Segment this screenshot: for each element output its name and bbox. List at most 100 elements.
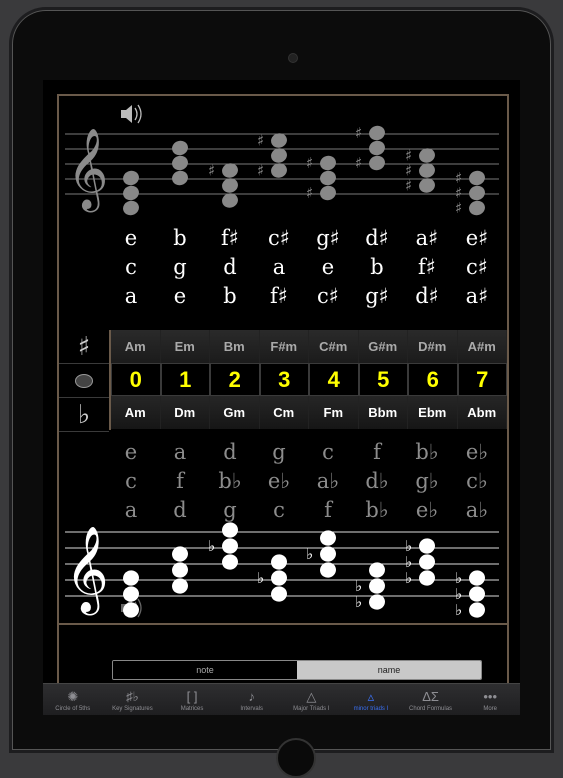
key-cell[interactable]: 6	[408, 363, 458, 396]
note-name: g	[272, 440, 286, 464]
note-name: a	[124, 284, 138, 308]
note-name: a	[173, 440, 187, 464]
key-cell[interactable]: 2	[210, 363, 260, 396]
upper-chords: ♯ ♯♯♯♯ ♯♯♯♯♯♯♯♯	[123, 124, 485, 217]
flat-icon: ♭	[257, 569, 264, 587]
notehead	[172, 170, 188, 186]
note-column: f♯ d b	[215, 224, 245, 311]
sharp-icon: ♯	[306, 184, 313, 202]
notehead	[320, 155, 336, 171]
notehead	[172, 546, 188, 562]
sharp-keys-row: Am Em Bm F#m C#m G#m D#m A#m	[111, 330, 507, 363]
note-name: b	[223, 284, 237, 308]
key-cell[interactable]: 3	[259, 363, 309, 396]
note-column: c a♭ f	[313, 438, 343, 525]
tab-triangle[interactable]: △ Major Triads I	[282, 684, 342, 715]
notehead	[469, 185, 485, 201]
tab-key-signature[interactable]: ♯♭ Key Signatures	[103, 684, 163, 715]
notehead	[123, 586, 139, 602]
notehead	[271, 570, 287, 586]
upper-staff: 𝄞 ♯ ♯♯♯♯ ♯♯♯♯♯♯♯♯	[65, 104, 499, 217]
note-name: g	[173, 255, 187, 279]
note-name: f♯	[418, 255, 436, 279]
note-name: d	[173, 498, 187, 522]
lower-chords: ♭♭♭♭♭ ♭♭♭♭♭♭	[123, 522, 485, 619]
key-cell[interactable]: Bbm	[358, 396, 408, 429]
notehead	[369, 578, 385, 594]
tab-label: minor triads I	[353, 705, 389, 712]
speaker-icon[interactable]	[121, 104, 142, 124]
treble-clef-icon: 𝄞	[67, 127, 108, 212]
tab-label: Intervals	[240, 705, 264, 712]
tab-bar: ✺ Circle of 5ths ♯♭ Key Signatures[ ] Matric…	[43, 683, 520, 715]
tab-brackets[interactable]: [ ] Matrices	[162, 684, 222, 715]
accidental-count-row: 01234567	[111, 363, 507, 396]
note-name: c	[322, 440, 334, 464]
key-cell[interactable]: Am	[111, 330, 161, 363]
tab-more[interactable]: ••• More	[460, 684, 520, 715]
note-name: f	[324, 498, 332, 522]
key-cell[interactable]: 5	[358, 363, 408, 396]
notehead	[469, 602, 485, 618]
name-segment[interactable]: name	[297, 661, 481, 679]
note-name: c	[273, 498, 285, 522]
note-name: e♭	[415, 498, 439, 522]
flat-icon: ♭	[455, 569, 462, 587]
key-cell[interactable]: F#m	[259, 330, 309, 363]
key-cell[interactable]: Bm	[210, 330, 260, 363]
notehead	[469, 200, 485, 216]
key-cell[interactable]: Abm	[457, 396, 507, 429]
flat-icon: ♭	[208, 537, 215, 555]
key-cell[interactable]: D#m	[408, 330, 458, 363]
note-name: a	[124, 498, 138, 522]
notehead	[172, 578, 188, 594]
tab-circle[interactable]: ✺ Circle of 5ths	[43, 684, 103, 715]
note-name: c♯	[466, 255, 488, 279]
tab-formula[interactable]: ΔΣ Chord Formulas	[401, 684, 461, 715]
note-name: b	[173, 226, 187, 250]
note-segment[interactable]: note	[113, 661, 297, 679]
key-cell[interactable]: Em	[160, 330, 210, 363]
sharp-icon: ♯	[405, 147, 412, 165]
note-column: g e♭ c	[264, 438, 294, 525]
notehead	[369, 594, 385, 610]
tab-label: Matrices	[180, 705, 204, 712]
sharp-icon: ♯	[208, 162, 215, 180]
key-cell[interactable]: 7	[457, 363, 507, 396]
tab-small-triangle[interactable]: ▵ minor triads I	[341, 684, 401, 715]
key-cell[interactable]: Cm	[259, 396, 309, 429]
key-cell[interactable]: Am	[111, 396, 161, 429]
sharp-icon: ♯	[59, 330, 109, 364]
note-name: d♯	[365, 226, 389, 250]
key-cell[interactable]: G#m	[358, 330, 408, 363]
small-triangle-icon: ▵	[367, 688, 375, 704]
key-cell[interactable]: Ebm	[408, 396, 458, 429]
note-column: d♯ b g♯	[362, 224, 392, 311]
treble-clef-icon: 𝄞	[65, 526, 109, 616]
key-cell[interactable]: A#m	[457, 330, 507, 363]
key-cell[interactable]: Gm	[210, 396, 260, 429]
note-name: c	[125, 469, 137, 493]
note-column: bge	[165, 224, 195, 311]
note-column: g♯ e c♯	[313, 224, 343, 311]
note-column: b♭ g♭ e♭	[412, 438, 442, 525]
key-cell[interactable]: 1	[160, 363, 210, 396]
notehead	[369, 140, 385, 156]
key-cell[interactable]: Dm	[160, 396, 210, 429]
key-cell[interactable]: 0	[111, 363, 161, 396]
note-name: c♯	[317, 284, 339, 308]
note-name: a♯	[465, 284, 489, 308]
note-column: eca	[116, 438, 146, 525]
key-grid: Am Em Bm F#m C#m G#m D#m A#m 01234567 Am Dm Gm Cm F…	[111, 330, 507, 430]
notehead	[123, 170, 139, 186]
note-column: e♯ c♯ a♯	[462, 224, 492, 311]
flat-icon: ♭	[405, 569, 412, 587]
sharp-icon: ♯	[455, 169, 462, 187]
key-cell[interactable]: 4	[309, 363, 359, 396]
key-cell[interactable]: Fm	[309, 396, 359, 429]
tab-label: Chord Formulas	[409, 705, 453, 712]
more-icon: •••	[483, 688, 498, 704]
tab-note[interactable]: ♪ Intervals	[222, 684, 282, 715]
home-button[interactable]	[276, 738, 316, 778]
key-cell[interactable]: C#m	[309, 330, 359, 363]
